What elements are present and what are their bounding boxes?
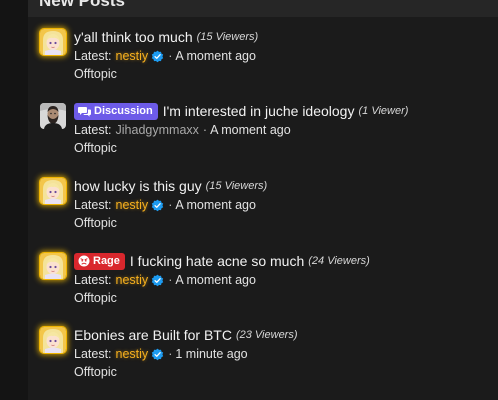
latest-label: Latest: (74, 273, 112, 287)
forum-link[interactable]: Offtopic (74, 291, 117, 305)
meta-separator: · (168, 198, 173, 212)
widget-title[interactable]: New Posts (39, 0, 125, 11)
viewer-count: (1 Viewer) (358, 105, 409, 117)
latest-label: Latest: (74, 49, 112, 63)
prefix-text: Rage (93, 255, 120, 267)
user-avatar[interactable] (40, 178, 66, 204)
latest-user-link[interactable]: nestiy (116, 345, 149, 363)
bearded-man-avatar-icon (40, 103, 66, 129)
post-item: Ebonies are Built for BTC (23 Viewers) L… (40, 327, 490, 387)
thread-title-link[interactable]: y'all think too much (74, 27, 193, 47)
post-item: y'all think too much (15 Viewers) Latest… (40, 29, 490, 89)
rage-prefix-label[interactable]: Rage (74, 252, 125, 270)
anime-girl-avatar-icon (40, 178, 66, 204)
post-time[interactable]: A moment ago (210, 121, 291, 139)
post-item: Discussion I'm interested in juche ideol… (40, 101, 490, 163)
latest-label: Latest: (74, 123, 112, 137)
latest-label: Latest: (74, 198, 112, 212)
verified-badge-icon (152, 50, 164, 62)
widget-header: New Posts (28, 0, 498, 17)
forum-link[interactable]: Offtopic (74, 216, 117, 230)
viewer-count: (24 Viewers) (308, 255, 370, 267)
meta-separator: · (168, 273, 173, 287)
angry-face-icon (78, 255, 90, 267)
verified-badge-icon (152, 199, 164, 211)
chat-bubbles-icon (78, 106, 91, 117)
prefix-text: Discussion (94, 105, 153, 117)
latest-user-link[interactable]: nestiy (116, 47, 149, 65)
viewer-count: (15 Viewers) (196, 31, 259, 43)
user-avatar[interactable] (40, 327, 66, 353)
thread-title-link[interactable]: I'm interested in juche ideology (163, 101, 355, 121)
meta-separator: · (168, 49, 173, 63)
forum-link[interactable]: Offtopic (74, 365, 117, 379)
thread-title-link[interactable]: how lucky is this guy (74, 176, 202, 196)
verified-badge-icon (152, 348, 164, 360)
latest-user-link[interactable]: Jihadgymmaxx (116, 121, 199, 139)
anime-girl-avatar-icon (40, 29, 66, 55)
forum-link[interactable]: Offtopic (74, 67, 117, 81)
user-avatar[interactable] (40, 253, 66, 279)
latest-user-link[interactable]: nestiy (116, 271, 149, 289)
viewer-count: (23 Viewers) (235, 329, 298, 341)
new-posts-widget: New Posts y'all think too much (15 Viewe… (28, 0, 498, 400)
meta-separator: · (168, 347, 173, 361)
user-avatar[interactable] (40, 29, 66, 55)
post-time[interactable]: A moment ago (175, 47, 256, 65)
post-time[interactable]: A moment ago (175, 196, 256, 214)
anime-girl-avatar-icon (40, 253, 66, 279)
discussion-prefix-label[interactable]: Discussion (74, 102, 158, 120)
user-avatar[interactable] (40, 103, 66, 129)
post-item: Rage I fucking hate acne so much (24 Vie… (40, 251, 490, 313)
latest-user-link[interactable]: nestiy (116, 196, 149, 214)
meta-separator: · (202, 123, 208, 137)
latest-label: Latest: (74, 347, 112, 361)
post-time[interactable]: A moment ago (175, 271, 256, 289)
viewer-count: (15 Viewers) (205, 180, 268, 192)
post-time[interactable]: 1 minute ago (175, 345, 247, 363)
forum-link[interactable]: Offtopic (74, 141, 117, 155)
thread-title-link[interactable]: I fucking hate acne so much (130, 251, 304, 271)
post-item: how lucky is this guy (15 Viewers) Lates… (40, 178, 490, 238)
thread-title-link[interactable]: Ebonies are Built for BTC (74, 325, 232, 345)
anime-girl-avatar-icon (40, 327, 66, 353)
verified-badge-icon (152, 274, 164, 286)
